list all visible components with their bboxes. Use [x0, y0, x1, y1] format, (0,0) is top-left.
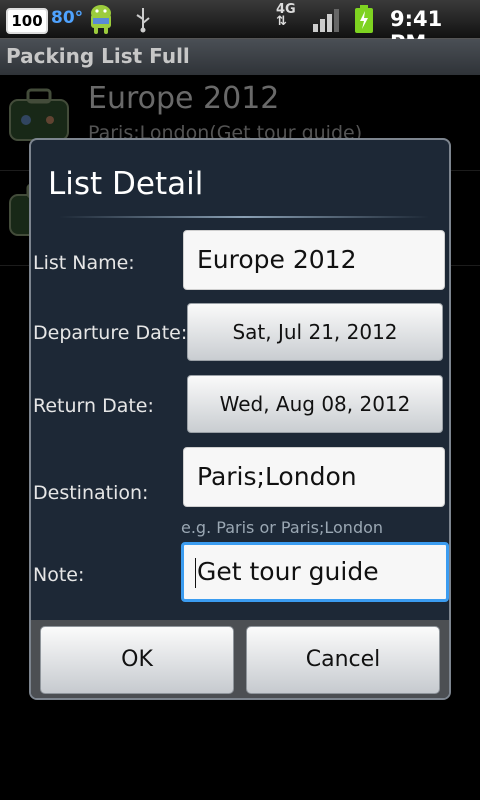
battery-charging-icon — [355, 5, 373, 33]
title-divider — [59, 216, 429, 218]
list-detail-dialog: List Detail List Name: Europe 2012 Depar… — [29, 138, 451, 700]
departure-date-button[interactable]: Sat, Jul 21, 2012 — [187, 303, 443, 361]
ok-button[interactable]: OK — [40, 626, 234, 694]
battery-level-badge: 100 — [6, 8, 48, 34]
note-field-value: Get tour guide — [197, 557, 379, 586]
return-date-button[interactable]: Wed, Aug 08, 2012 — [187, 375, 443, 433]
app-title-bar: Packing List Full — [0, 39, 480, 75]
network-type-indicator: 4G ⇅ — [276, 2, 296, 29]
destination-field[interactable]: Paris;London — [183, 447, 445, 507]
dialog-title: List Detail — [48, 166, 204, 202]
signal-strength-icon — [313, 9, 339, 32]
list-name-field[interactable]: Europe 2012 — [183, 230, 445, 290]
android-icon — [91, 5, 111, 34]
departure-date-label: Departure Date: — [33, 322, 188, 344]
note-label: Note: — [33, 564, 85, 586]
list-name-label: List Name: — [33, 252, 135, 274]
app-title: Packing List Full — [6, 44, 190, 68]
dialog-button-bar: OK Cancel — [31, 620, 449, 698]
destination-hint: e.g. Paris or Paris;London — [181, 518, 384, 537]
return-date-label: Return Date: — [33, 395, 154, 417]
usb-icon — [136, 8, 150, 33]
temperature-indicator: 80° — [51, 8, 84, 28]
destination-label: Destination: — [33, 482, 149, 504]
text-cursor — [195, 558, 196, 588]
status-bar: 100 80° 4G⇅ 9:41 PM — [0, 0, 480, 55]
note-field[interactable]: Get tour guide — [181, 542, 449, 602]
cancel-button[interactable]: Cancel — [246, 626, 440, 694]
